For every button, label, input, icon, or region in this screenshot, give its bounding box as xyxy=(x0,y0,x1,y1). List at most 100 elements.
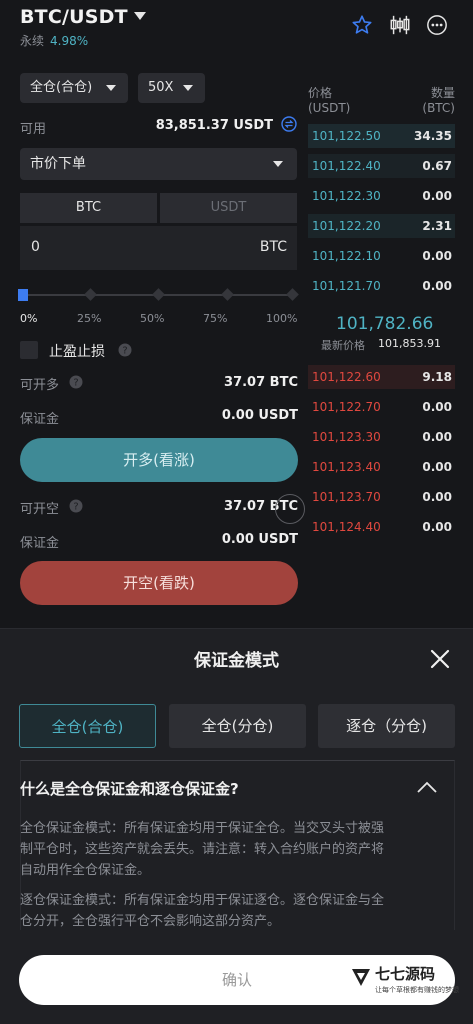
slider-label[interactable]: 50% xyxy=(140,312,164,325)
price-header-unit: (USDT) xyxy=(308,101,351,115)
svg-text:?: ? xyxy=(73,378,78,389)
openable-short-label: 可开空 xyxy=(20,502,60,517)
margin-short-label: 保证金 xyxy=(20,536,60,551)
orderbook-row[interactable]: 101,123.40 0.00 xyxy=(308,455,455,479)
qty: 0.00 xyxy=(422,189,452,203)
qty: 0.00 xyxy=(422,430,452,444)
orderbook-row[interactable]: 101,122.60 9.18 xyxy=(308,365,455,389)
open-long-button[interactable]: 开多(看涨) xyxy=(20,438,298,482)
slider-label[interactable]: 100% xyxy=(266,312,297,325)
qty: 0.00 xyxy=(422,490,452,504)
slider-handle[interactable] xyxy=(18,289,28,301)
chevron-down-icon xyxy=(273,161,283,167)
chevron-down-icon xyxy=(183,85,193,91)
floating-ring-icon[interactable] xyxy=(275,494,305,524)
transfer-icon[interactable] xyxy=(281,116,297,132)
orderbook-row[interactable]: 101,122.40 0.67 xyxy=(308,154,455,178)
qty: 0.67 xyxy=(422,159,452,173)
faq-title[interactable]: 什么是全仓保证金和逐仓保证金? xyxy=(20,778,239,799)
mid-price: 101,782.66 xyxy=(336,314,434,334)
orderbook-row[interactable]: 101,122.10 0.00 xyxy=(308,244,455,268)
percent-slider[interactable] xyxy=(18,288,299,301)
orderbook-row[interactable]: 101,123.70 0.00 xyxy=(308,485,455,509)
open-short-button[interactable]: 开空(看跌) xyxy=(20,561,298,605)
margin-mode-value: 全仓(合仓) xyxy=(30,80,93,95)
available-value: 83,851.37 USDT xyxy=(155,118,273,133)
watermark-text: 七七源码 xyxy=(375,965,436,983)
tpsl-checkbox[interactable] xyxy=(20,341,38,359)
qty: 9.18 xyxy=(422,370,452,384)
last-price-label: 最新价格 xyxy=(321,339,365,352)
price: 101,122.20 xyxy=(312,219,381,233)
qty: 0.00 xyxy=(422,520,452,534)
tab-btc[interactable]: BTC xyxy=(20,193,157,223)
order-type-value: 市价下单 xyxy=(30,156,86,172)
orderbook-row[interactable]: 101,122.30 0.00 xyxy=(308,184,455,208)
chevron-up-icon[interactable] xyxy=(416,780,438,794)
orderbook-qty-header: 数量 (BTC) xyxy=(422,86,455,116)
tab-cross-split[interactable]: 全仓(分仓) xyxy=(169,704,306,748)
cross-margin-description: 全仓保证金模式：所有保证金均用于保证全仓。当交叉头寸被强 制平仓时，这些资产就会… xyxy=(20,818,384,881)
slider-label[interactable]: 75% xyxy=(203,312,227,325)
qty-header-unit: (BTC) xyxy=(422,101,455,115)
contract-info: 永续 4.98% xyxy=(20,32,88,49)
slider-label[interactable]: 0% xyxy=(20,312,37,325)
orderbook-row[interactable]: 101,122.70 0.00 xyxy=(308,395,455,419)
tab-cross-merged[interactable]: 全仓(合仓) xyxy=(19,704,156,748)
svg-text:?: ? xyxy=(122,346,127,357)
orderbook-row[interactable]: 101,122.20 2.31 xyxy=(308,214,455,238)
candlestick-chart-icon[interactable] xyxy=(389,14,411,36)
sheet-title: 保证金模式 xyxy=(194,651,279,671)
tab-isolated-split[interactable]: 逐仓（分仓) xyxy=(318,704,455,748)
amount-input[interactable]: 0 BTC xyxy=(20,226,297,270)
leverage-value: 50X xyxy=(148,80,174,95)
chevron-down-icon[interactable] xyxy=(134,12,146,20)
qty: 34.35 xyxy=(414,129,452,143)
amount-value: 0 xyxy=(31,239,40,255)
star-icon[interactable] xyxy=(351,14,373,36)
price: 101,122.50 xyxy=(312,129,381,143)
tpsl-label[interactable]: 止盈止损 xyxy=(49,341,105,361)
price: 101,123.30 xyxy=(312,430,381,444)
close-icon[interactable] xyxy=(430,649,450,669)
chevron-down-icon xyxy=(106,85,116,91)
sheet-divider xyxy=(0,628,473,629)
pair-title[interactable]: BTC/USDT xyxy=(20,6,128,28)
orderbook-row[interactable]: 101,124.40 0.00 xyxy=(308,515,455,539)
margin-long-value: 0.00 USDT xyxy=(221,408,298,423)
orderbook-row[interactable]: 101,123.30 0.00 xyxy=(308,425,455,449)
price: 101,123.70 xyxy=(312,490,381,504)
help-icon[interactable]: ? xyxy=(69,499,83,513)
help-icon[interactable]: ? xyxy=(69,375,83,389)
amount-unit: BTC xyxy=(259,239,287,255)
openable-long-value: 37.07 BTC xyxy=(224,375,298,390)
para-line: 逐仓保证金模式：所有保证金均用于保证逐仓。逐仓保证金与全 xyxy=(20,893,385,908)
qty: 0.00 xyxy=(422,279,452,293)
margin-mode-select[interactable]: 全仓(合仓) xyxy=(20,73,128,103)
orderbook-row[interactable]: 101,122.50 34.35 xyxy=(308,124,455,148)
help-icon[interactable]: ? xyxy=(118,343,132,357)
last-price-value: 101,853.91 xyxy=(378,337,441,350)
order-type-select[interactable]: 市价下单 xyxy=(20,148,297,180)
watermark-logo-icon xyxy=(352,969,370,986)
leverage-select[interactable]: 50X xyxy=(138,73,205,103)
para-line: 制平仓时，这些资产就会丢失。请注意：转入合约账户的资产将 xyxy=(20,842,385,857)
para-line: 仓分开，全仓强行平仓不会影响这部分资产。 xyxy=(20,914,281,929)
svg-text:?: ? xyxy=(73,502,78,513)
orderbook-row[interactable]: 101,121.70 0.00 xyxy=(308,274,455,298)
confirm-label: 确认 xyxy=(221,971,252,989)
isolated-margin-description: 逐仓保证金模式：所有保证金均用于保证逐仓。逐仓保证金与全 仓分开，全仓强行平仓不… xyxy=(20,890,384,932)
price: 101,124.40 xyxy=(312,520,381,534)
tab-usdt[interactable]: USDT xyxy=(160,193,297,223)
qty: 0.00 xyxy=(422,460,452,474)
more-icon[interactable] xyxy=(426,14,448,36)
price: 101,122.30 xyxy=(312,189,381,203)
slider-label[interactable]: 25% xyxy=(77,312,101,325)
contract-type: 永续 xyxy=(20,34,45,48)
price: 101,122.70 xyxy=(312,400,381,414)
available-label: 可用 xyxy=(20,122,47,137)
price: 101,122.60 xyxy=(312,370,381,384)
watermark-subtext: 让每个草根都有赚钱的梦想 xyxy=(375,986,459,994)
qty-header-label: 数量 xyxy=(430,86,455,100)
qty: 0.00 xyxy=(422,249,452,263)
